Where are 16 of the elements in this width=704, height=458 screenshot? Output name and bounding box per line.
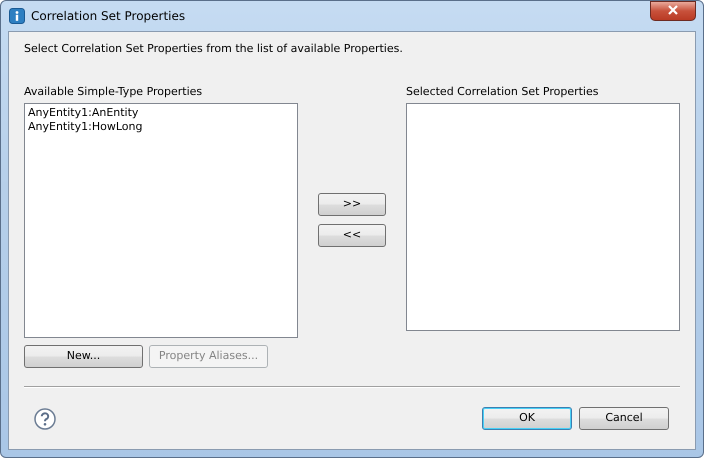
cancel-button[interactable]: Cancel xyxy=(579,407,669,430)
add-button[interactable]: >> xyxy=(318,192,386,216)
list-label: Selected Correlation Set Properties xyxy=(406,84,600,100)
list-item[interactable]: AnyEntity1:AnEntity xyxy=(28,106,294,120)
ok-button[interactable]: OK xyxy=(482,407,572,430)
window-title: Correlation Set Properties xyxy=(31,8,186,25)
available-properties-list[interactable]: AnyEntity1:AnEntity AnyEntity1:HowLong xyxy=(24,103,298,338)
info-icon xyxy=(9,8,25,24)
list-item[interactable]: AnyEntity1:HowLong xyxy=(28,120,294,134)
close-icon xyxy=(668,5,678,16)
instruction-text: Select Correlation Set Properties from the list of available Properties. xyxy=(24,41,404,57)
new-button[interactable]: New... xyxy=(24,345,143,368)
close-button[interactable] xyxy=(650,1,696,21)
remove-button[interactable]: << xyxy=(318,224,386,246)
list-label: Available Simple-Type Properties xyxy=(24,84,204,100)
help-icon[interactable] xyxy=(34,408,56,430)
